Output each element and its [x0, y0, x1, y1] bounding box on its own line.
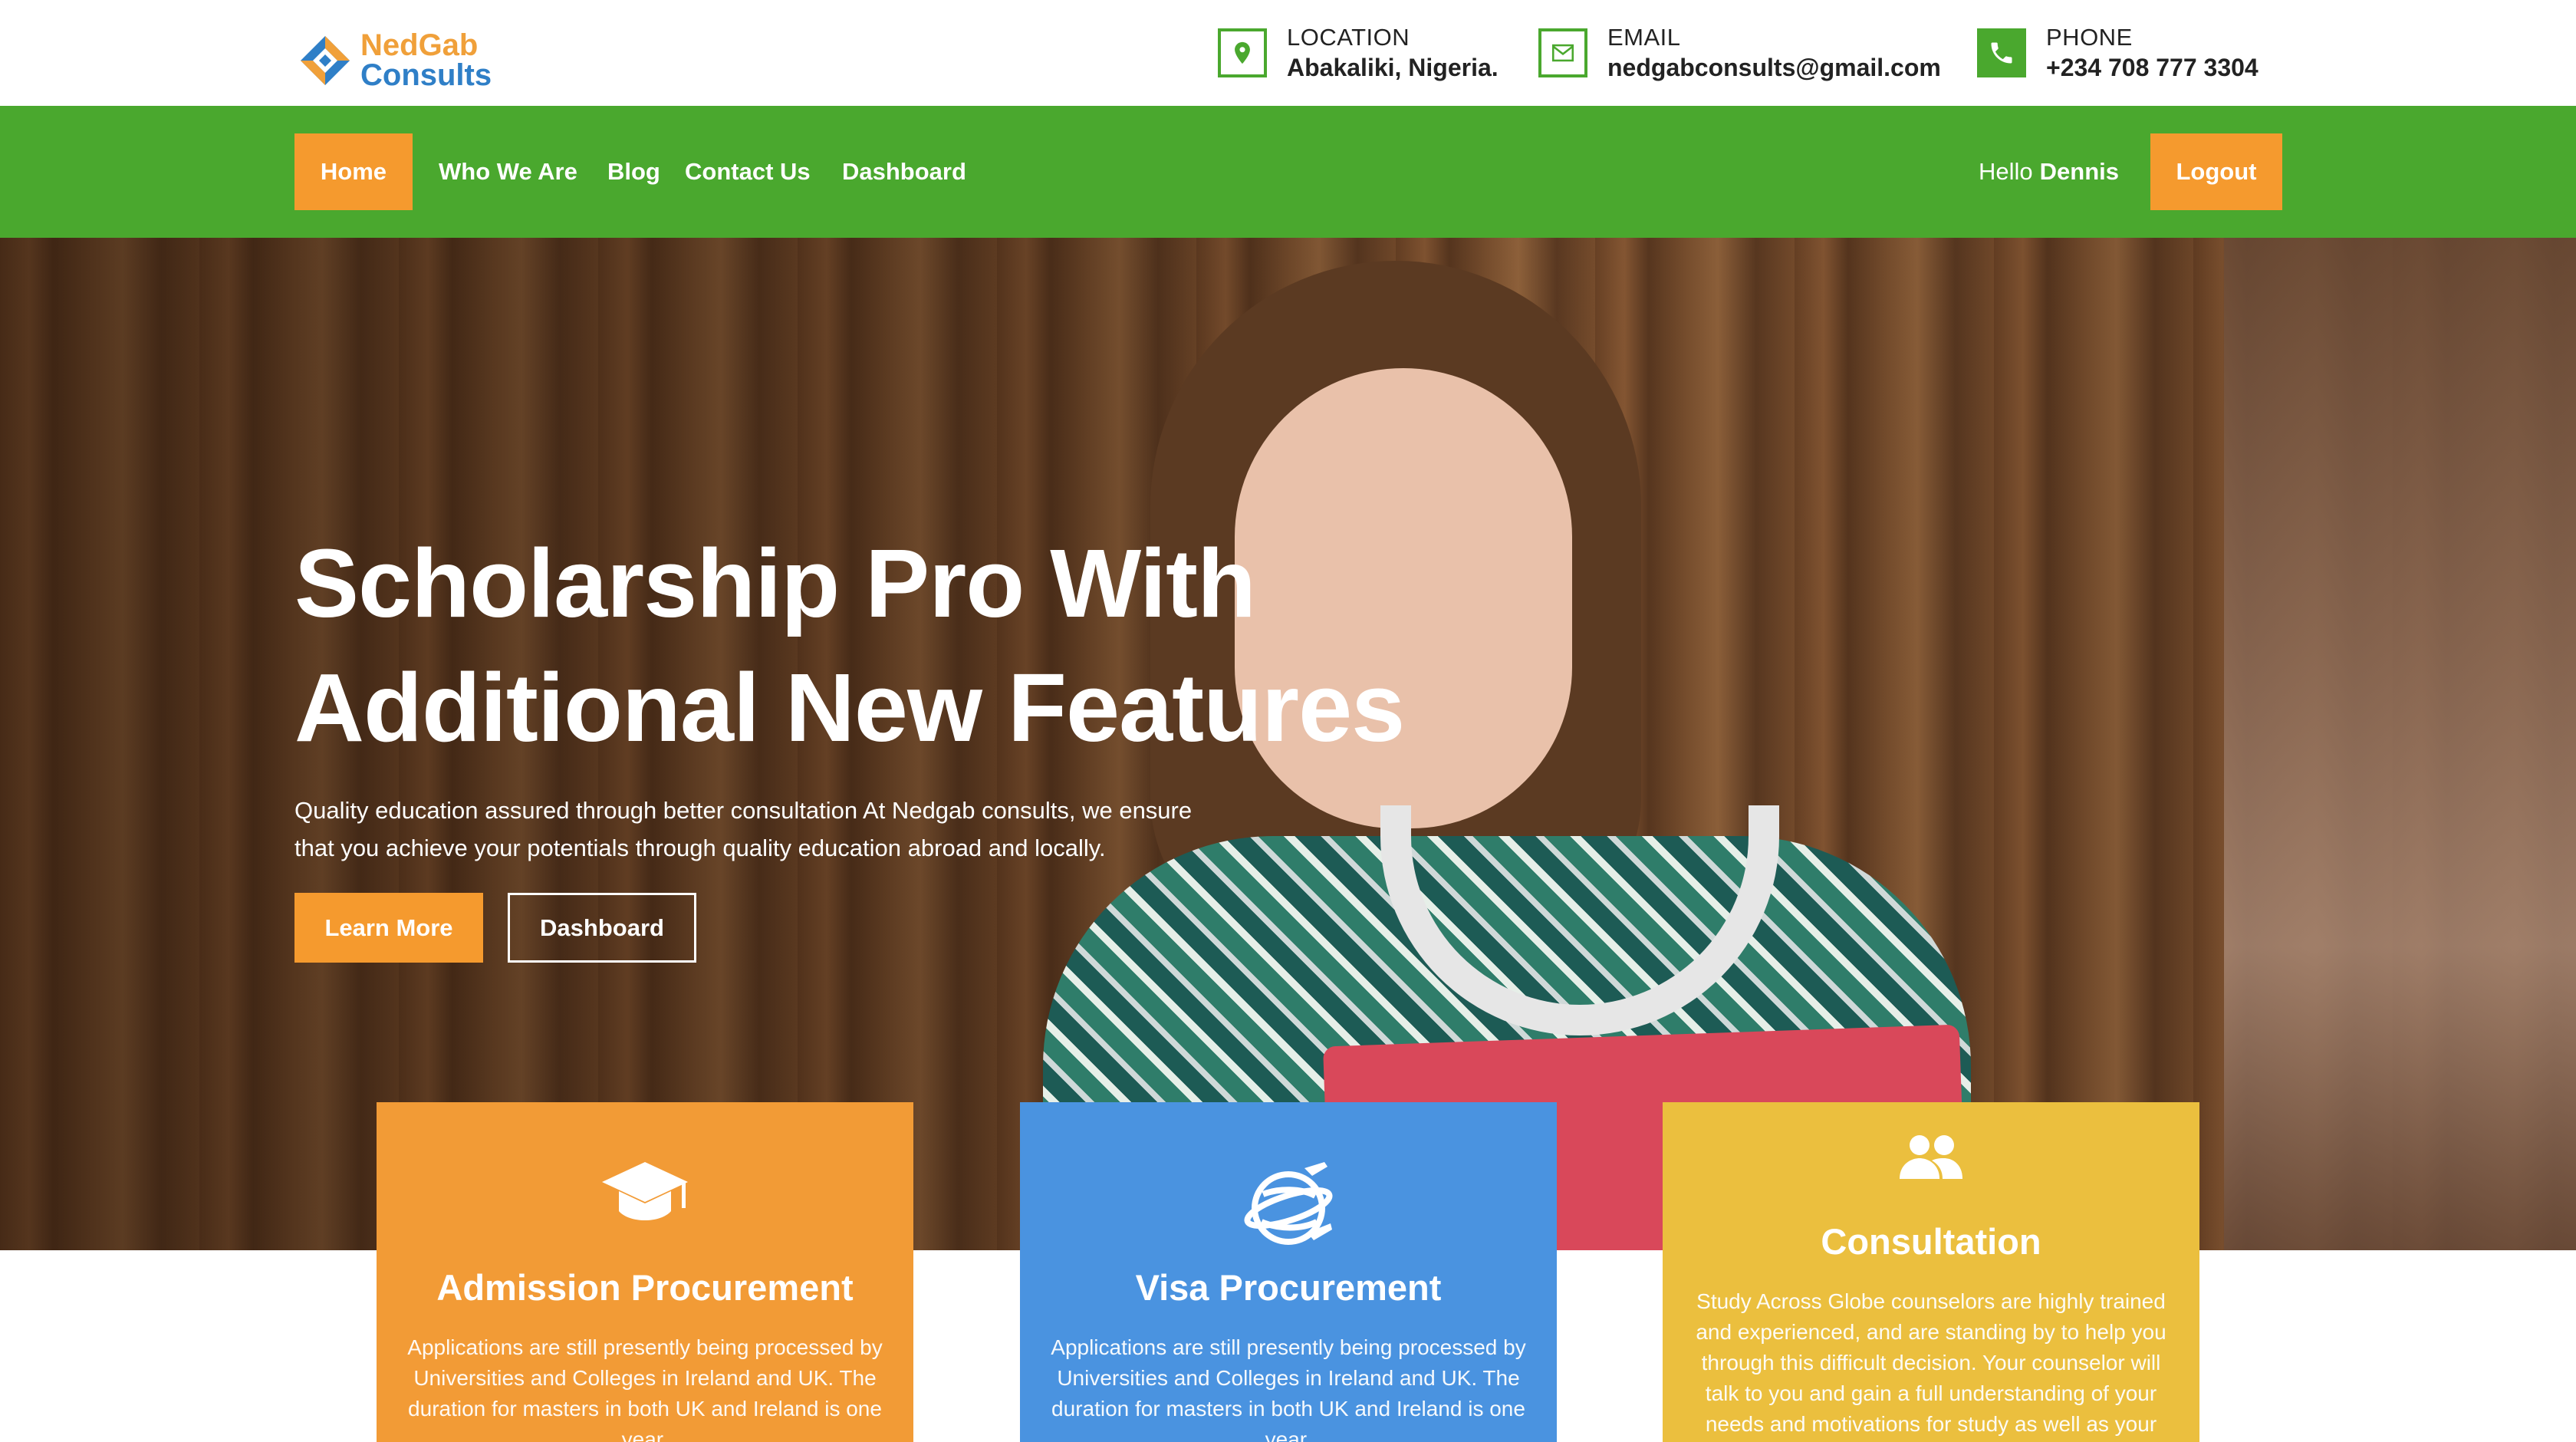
users-icon	[1663, 1133, 2199, 1182]
user-name: Dennis	[2039, 158, 2120, 185]
hero-title-line2: Additional New Features	[294, 654, 1405, 762]
service-title: Consultation	[1821, 1221, 2041, 1262]
contact-location: LOCATION Abakaliki, Nigeria.	[1218, 24, 1499, 81]
contact-phone-link[interactable]: +234 708 777 3304	[2046, 52, 2259, 83]
contact-location-label: LOCATION	[1287, 24, 1410, 51]
graduation-cap-icon	[377, 1157, 913, 1234]
service-card-consultation: Consultation Study Across Globe counselo…	[1663, 1102, 2199, 1442]
nav-dashboard[interactable]: Dashboard	[842, 133, 966, 210]
hero-subtitle-line1: Quality education assured through better…	[294, 797, 1193, 824]
service-title: Visa Procurement	[1135, 1267, 1442, 1308]
logo-diamond-icon	[298, 33, 353, 88]
hero-subtitle-line2: that you achieve your potentials through…	[294, 835, 1106, 861]
greeting-text: Hello	[1979, 158, 2033, 185]
map-pin-icon	[1218, 28, 1267, 77]
service-title: Admission Procurement	[436, 1267, 854, 1308]
phone-icon	[1977, 28, 2026, 77]
contact-phone: PHONE +234 708 777 3304	[1977, 24, 2259, 83]
service-card-admission: Admission Procurement Applications are s…	[377, 1102, 913, 1442]
service-description: Study Across Globe counselors are highly…	[1696, 1289, 2166, 1436]
hero-title: Scholarship Pro With Additional New Feat…	[294, 522, 1445, 770]
service-description: Applications are still presently being p…	[1051, 1335, 1526, 1442]
hero-background-room	[2224, 238, 2576, 1250]
globe-plane-icon	[1020, 1157, 1557, 1254]
nav-blog[interactable]: Blog	[607, 133, 660, 210]
user-greeting: Hello Dennis	[1979, 133, 2119, 210]
main-navbar: Home Who We Are Blog Contact Us Dashboar…	[0, 106, 2576, 238]
contact-location-value: Abakaliki, Nigeria.	[1287, 53, 1499, 81]
brand-name: NedGab Consults	[360, 28, 492, 92]
top-header: NedGab Consults LOCATION Abakaliki, Nige…	[0, 0, 2576, 106]
learn-more-button[interactable]: Learn More	[294, 893, 483, 963]
nav-contact-us[interactable]: Contact Us	[685, 133, 811, 210]
contact-email-label: EMAIL	[1607, 24, 1681, 51]
brand-name-line2: Consults	[360, 58, 492, 92]
brand-logo[interactable]: NedGab Consults	[298, 26, 492, 95]
contact-email-link[interactable]: nedgabconsults@gmail.com	[1607, 52, 1941, 83]
hero-title-line1: Scholarship Pro With	[294, 529, 1256, 637]
logout-button[interactable]: Logout	[2150, 133, 2282, 210]
contact-email: EMAIL nedgabconsults@gmail.com	[1538, 24, 1941, 83]
brand-name-line1: NedGab	[360, 28, 479, 62]
mail-icon	[1538, 28, 1587, 77]
service-card-visa: Visa Procurement Applications are still …	[1020, 1102, 1557, 1442]
nav-home[interactable]: Home	[294, 133, 413, 210]
nav-who-we-are[interactable]: Who We Are	[439, 133, 577, 210]
hero-dashboard-button[interactable]: Dashboard	[508, 893, 696, 963]
contact-phone-label: PHONE	[2046, 24, 2133, 51]
hero-subtitle: Quality education assured through better…	[294, 792, 1291, 867]
service-description: Applications are still presently being p…	[407, 1335, 883, 1442]
